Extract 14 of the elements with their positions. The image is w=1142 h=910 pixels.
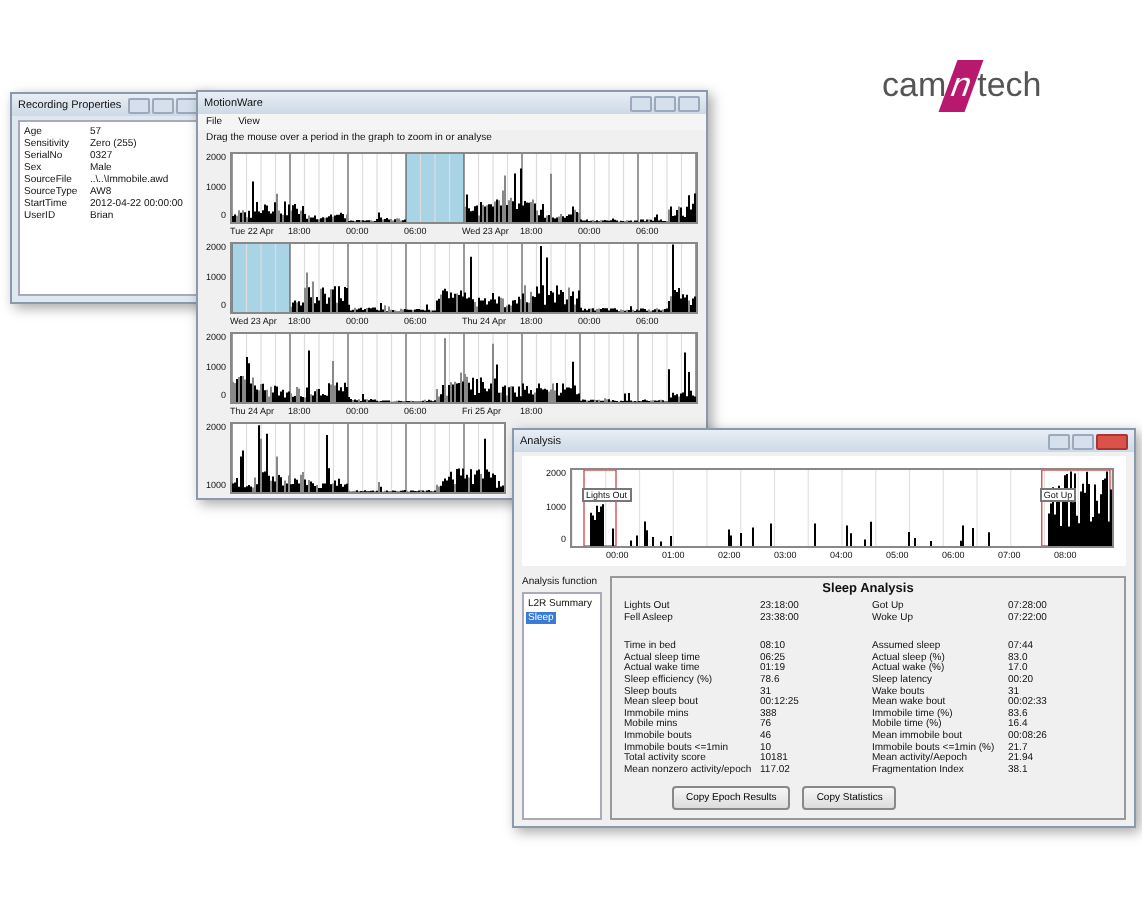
maximize-button[interactable] bbox=[1072, 433, 1094, 449]
maximize-button[interactable] bbox=[152, 97, 174, 113]
minimize-button[interactable] bbox=[128, 97, 150, 113]
activity-graph[interactable] bbox=[230, 422, 506, 494]
company-logo: camn tech bbox=[882, 60, 1042, 112]
activity-graph[interactable] bbox=[570, 468, 1114, 548]
activity-graph[interactable] bbox=[230, 152, 698, 224]
activity-graph[interactable] bbox=[230, 242, 698, 314]
minimize-button[interactable] bbox=[1048, 433, 1070, 449]
maximize-button[interactable] bbox=[654, 95, 676, 111]
minimize-button[interactable] bbox=[630, 95, 652, 111]
activity-graph[interactable] bbox=[230, 332, 698, 404]
close-button[interactable] bbox=[1096, 433, 1128, 449]
close-button[interactable] bbox=[176, 97, 198, 113]
